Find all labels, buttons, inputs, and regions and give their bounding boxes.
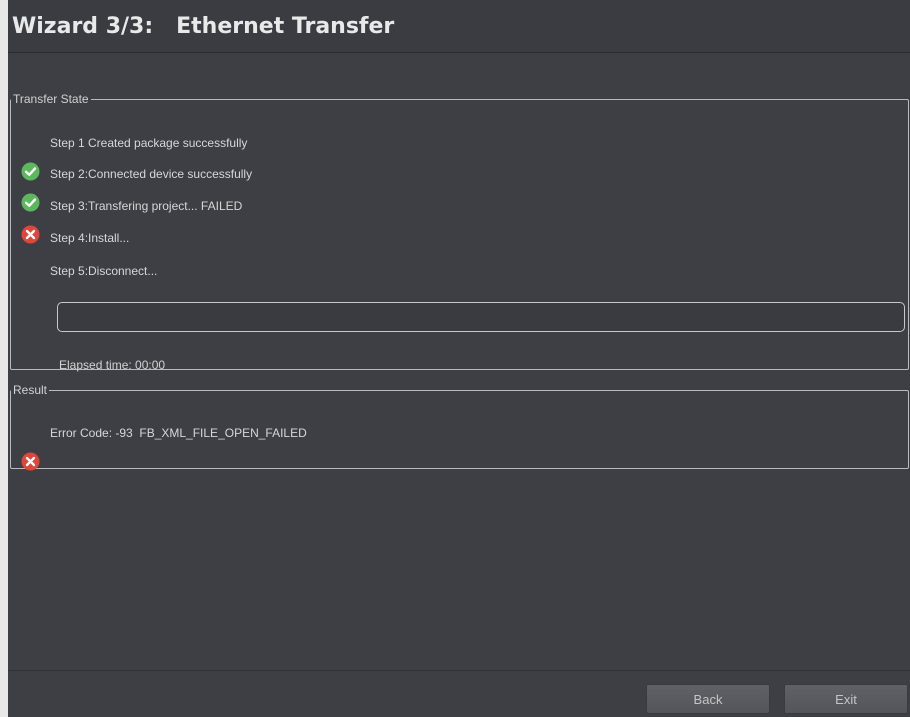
error-circle-icon (21, 197, 40, 243)
step-text: Disconnect... (88, 264, 158, 278)
step-label: Step 1 (50, 136, 85, 150)
step-label: Step 4: (50, 231, 89, 245)
error-message: Error Code: -93 FB_XML_FILE_OPEN_FAILED (50, 426, 307, 440)
step-label: Step 3: (50, 199, 89, 213)
result-group: Result Error Code: -93 FB_XML_FILE_OPEN_… (10, 383, 909, 470)
page-title: Wizard 3/3: Ethernet Transfer (12, 14, 395, 39)
error-circle-icon (21, 424, 40, 470)
step-text: Created package successfully (88, 136, 248, 150)
step-row-4: Step 4: Install... (21, 227, 129, 249)
elapsed-time: Elapsed time: 00:00 (59, 358, 166, 372)
step-text: Install... (88, 231, 130, 245)
step-row-5: Step 5: Disconnect... (21, 260, 157, 282)
step-label: Step 2: (50, 167, 89, 181)
result-legend: Result (13, 383, 48, 397)
exit-button[interactable]: Exit (784, 684, 908, 714)
step-row-1: Step 1 Created package successfully (21, 132, 248, 180)
step-label: Step 5: (50, 264, 89, 278)
wizard-header: Wizard 3/3: Ethernet Transfer (8, 0, 910, 53)
transfer-progress-bar (57, 302, 905, 332)
check-circle-icon (21, 134, 40, 180)
check-circle-icon (21, 165, 40, 211)
error-row: Error Code: -93 FB_XML_FILE_OPEN_FAILED (21, 422, 307, 470)
transfer-state-group: Transfer State Step 1 Created package su… (10, 92, 909, 372)
back-button[interactable]: Back (646, 684, 770, 714)
wizard-window: Wizard 3/3: Ethernet Transfer Transfer S… (8, 0, 910, 717)
step-text: Connected device successfully (88, 167, 253, 181)
step-text: Transfering project... FAILED (88, 199, 243, 213)
footer-divider (8, 670, 910, 671)
step-row-2: Step 2: Connected device successfully (21, 163, 253, 211)
step-row-3: Step 3: Transfering project... FAILED (21, 195, 243, 243)
transfer-state-legend: Transfer State (13, 92, 89, 106)
